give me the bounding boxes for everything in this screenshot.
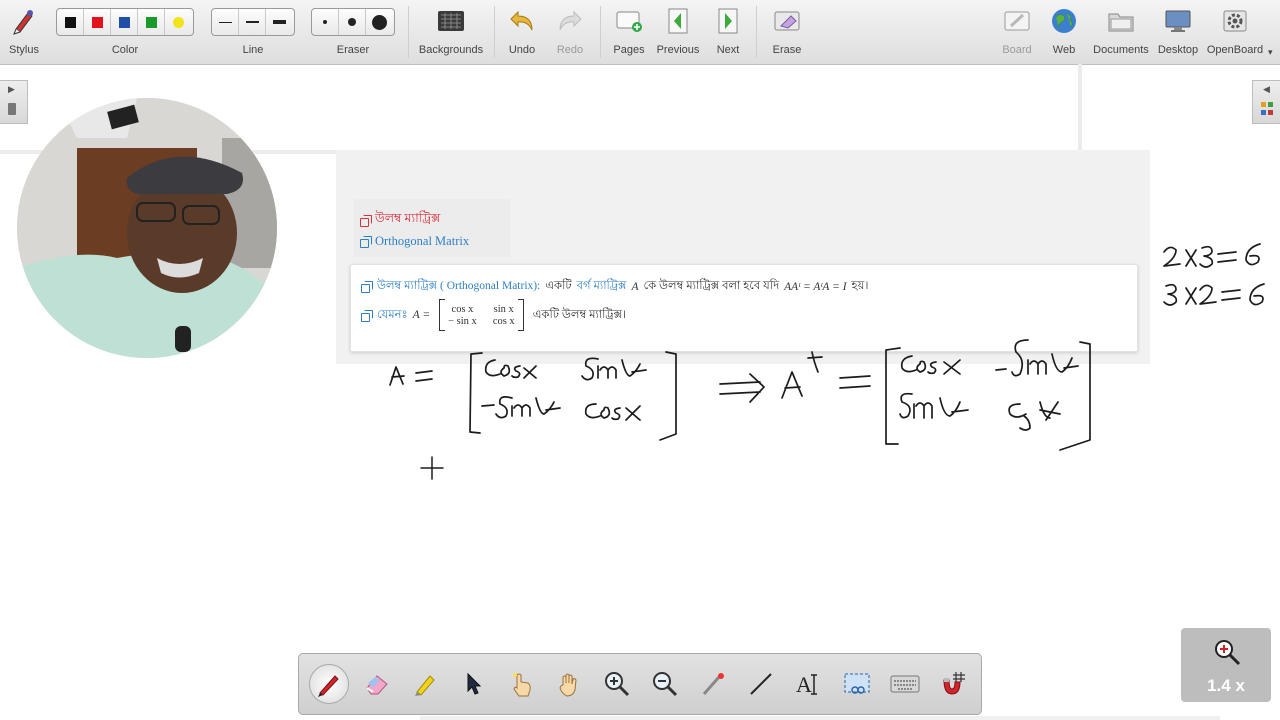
highlighter-tool-button[interactable] xyxy=(405,664,445,704)
bottom-toolbar: A xyxy=(298,653,982,715)
ink-stroke xyxy=(781,371,803,399)
capture-tool-button[interactable] xyxy=(837,664,877,704)
ink-stroke xyxy=(1011,339,1079,377)
ink-stroke xyxy=(659,351,677,441)
ink-stroke xyxy=(584,403,641,421)
zoom-out-icon xyxy=(653,672,678,697)
ink-stroke xyxy=(389,366,405,386)
ink-stroke xyxy=(900,355,961,375)
virtual-keyboard-button[interactable] xyxy=(885,664,925,704)
eraser-icon xyxy=(366,675,388,695)
pen-icon xyxy=(318,675,339,697)
highlighter-icon xyxy=(415,675,435,696)
keyboard-icon xyxy=(890,675,920,693)
magnifier-tool-button[interactable] xyxy=(933,664,973,704)
hand-tool-button[interactable] xyxy=(549,664,589,704)
laser-pointer-icon xyxy=(702,673,724,695)
ink-stroke xyxy=(839,375,871,389)
zoom-in-tool-button[interactable] xyxy=(597,664,637,704)
ink-stroke xyxy=(885,347,901,445)
webcam-overlay xyxy=(17,98,277,358)
ink-stroke xyxy=(1059,341,1091,451)
ink-stroke xyxy=(719,373,765,403)
ink-stroke xyxy=(495,396,561,419)
svg-text:A: A xyxy=(796,672,812,697)
ink-stroke xyxy=(484,359,537,379)
arrow-cursor-icon xyxy=(467,672,482,695)
ink-stroke xyxy=(1163,246,1181,267)
screen-capture-icon xyxy=(844,673,870,694)
ink-stroke xyxy=(1008,401,1061,431)
laser-pointer-tool-button[interactable] xyxy=(693,664,733,704)
pen-tool-button[interactable] xyxy=(309,664,349,704)
ink-stroke xyxy=(481,404,495,407)
zoom-out-tool-button[interactable] xyxy=(645,664,685,704)
ink-stroke xyxy=(415,370,433,382)
zoom-indicator[interactable]: 1.4 x xyxy=(1181,628,1271,702)
text-icon: A xyxy=(796,672,817,697)
ink-stroke xyxy=(1221,289,1241,301)
ink-stroke xyxy=(807,351,823,373)
ink-stroke xyxy=(1245,243,1261,266)
line-icon xyxy=(750,673,772,695)
interact-tool-button[interactable] xyxy=(501,664,541,704)
ink-stroke xyxy=(899,392,969,419)
ink-stroke xyxy=(1185,249,1197,267)
ink-stroke xyxy=(581,357,647,381)
horizontal-scrollbar[interactable] xyxy=(420,716,1220,720)
hand-icon xyxy=(559,673,577,697)
ink-stroke xyxy=(469,352,483,434)
zoom-in-icon xyxy=(605,672,630,697)
line-tool-button[interactable] xyxy=(741,664,781,704)
pointing-hand-icon xyxy=(513,673,531,697)
magnet-grid-icon xyxy=(943,672,965,695)
ink-stroke xyxy=(1163,283,1178,306)
zoom-level: 1.4 x xyxy=(1207,676,1245,695)
presenter-video xyxy=(17,98,277,358)
ink-stroke xyxy=(1199,284,1217,305)
ink-stroke xyxy=(1217,251,1237,263)
ink-stroke xyxy=(1199,245,1214,268)
selector-tool-button[interactable] xyxy=(453,664,493,704)
text-tool-button[interactable]: A xyxy=(789,664,829,704)
ink-stroke xyxy=(1249,283,1265,306)
ink-stroke xyxy=(995,368,1007,371)
eraser-tool-button[interactable] xyxy=(357,664,397,704)
zoom-magnifier-icon xyxy=(1215,640,1241,666)
ink-stroke xyxy=(1185,287,1197,305)
